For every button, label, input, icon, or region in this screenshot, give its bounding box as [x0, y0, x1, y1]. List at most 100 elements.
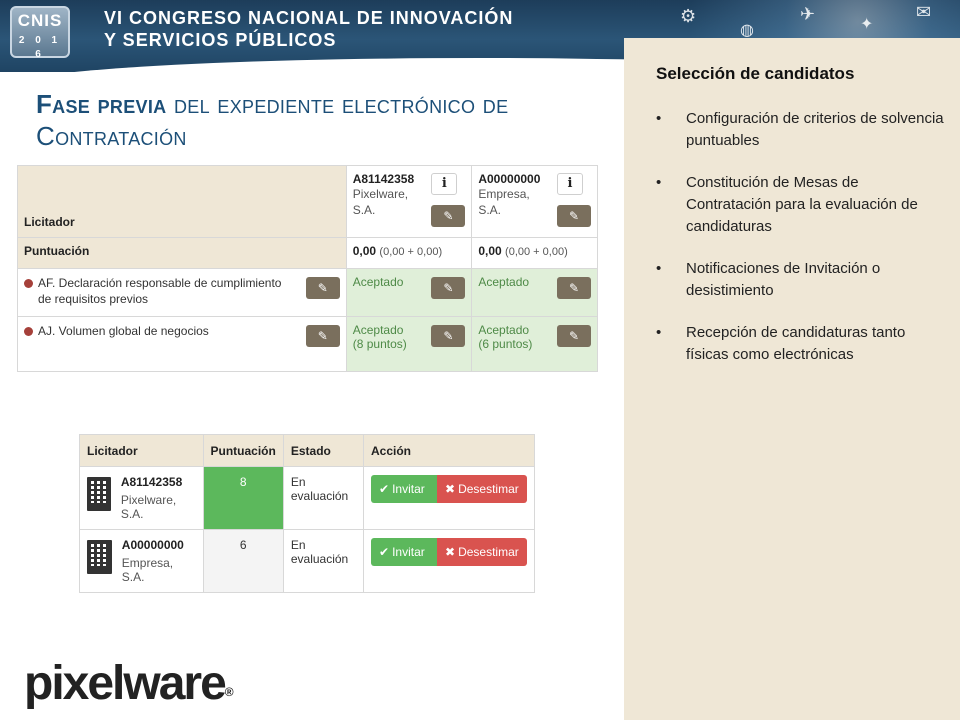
panel-bullet-item: Notificaciones de Invitación o desistimi… [656, 258, 946, 302]
criterion-value-cell: Aceptado ✎ [345, 268, 473, 317]
status-dot-icon [24, 279, 33, 288]
edit-icon: ✎ [443, 209, 454, 223]
table-row: A00000000 Empresa, S.A. 6 En evaluación … [79, 529, 535, 593]
score-detail: (0,00 + 0,00) [505, 246, 568, 258]
score-cell: 6 [202, 529, 284, 593]
building-icon [87, 477, 111, 511]
criterion: AJ. Volumen global de negocios [24, 323, 340, 339]
edit-criterion-button[interactable]: ✎ [305, 325, 340, 347]
estado-cell: En evaluación [282, 529, 365, 593]
licitador-name: Empresa, S.A. [121, 556, 174, 584]
table-header-row: Licitador Puntuación Estado Acción [79, 434, 535, 467]
edit-icon: ✎ [317, 281, 328, 295]
licitador-id: A00000000 [121, 538, 184, 552]
banner-title-line1: VI CONGRESO NACIONAL DE INNOVACIÓN [104, 8, 514, 28]
panel-bullet-item: Configuración de criterios de solvencia … [656, 108, 946, 152]
evaluation-table: Licitador A81142358 Pixelware, S.A. i ✎ … [17, 165, 598, 372]
globe-icon: ◍ [740, 20, 754, 39]
criterion-cell: AF. Declaración responsable de cumplimie… [17, 268, 347, 317]
puntuacion-label: Puntuación [24, 244, 90, 258]
criterion-value-cell: Aceptado (8 puntos) ✎ [345, 316, 473, 372]
criterion-value-cell: Aceptado ✎ [471, 268, 598, 317]
score-value: 0,00 [478, 244, 502, 258]
cnis-logo: CNIS 2 0 1 6 [10, 6, 70, 60]
action-button-group: ✔ Invitar ✖ Desestimar [371, 475, 527, 503]
licitador-info: A81142358 Pixelware, S.A. [87, 475, 196, 521]
registered-mark: ® [224, 685, 234, 699]
invite-label: Invitar [392, 545, 425, 559]
star-icon: ✦ [860, 14, 874, 33]
edit-criterion-button[interactable]: ✎ [305, 277, 340, 299]
edit-icon: ✎ [568, 281, 580, 295]
edit-value-button[interactable]: ✎ [557, 325, 591, 347]
table-row: Puntuación 0,00 (0,00 + 0,00) 0,00 (0,00… [17, 237, 598, 269]
dismiss-label: Desestimar [458, 482, 519, 496]
score-detail: (0,00 + 0,00) [379, 246, 443, 258]
cnis-logo-text: CNIS [17, 11, 63, 30]
column-header-accion: Acción [363, 434, 535, 467]
action-button-group: ✔ Invitar ✖ Desestimar [371, 538, 527, 566]
invite-label: Invitar [392, 482, 425, 496]
edit-value-button[interactable]: ✎ [431, 277, 466, 299]
accion-cell: ✔ Invitar ✖ Desestimar [363, 466, 535, 530]
info-button[interactable]: i [431, 173, 458, 195]
edit-icon: ✎ [443, 329, 454, 343]
panel-title: Selección de candidatos [656, 64, 855, 83]
panel-bullet-list: Configuración de criterios de solvencia … [656, 108, 946, 386]
page-title-bold: Fase previa [36, 89, 167, 119]
edit-value-button[interactable]: ✎ [431, 325, 466, 347]
dismiss-label: Desestimar [458, 545, 519, 559]
banner-title-line2: Y SERVICIOS PÚBLICOS [104, 30, 337, 50]
info-panel: Selección de candidatos Configuración de… [624, 38, 960, 720]
pixelware-logo: pixelware® [24, 656, 234, 712]
invite-button[interactable]: ✔ Invitar [371, 538, 437, 566]
times-icon: ✖ [445, 545, 456, 559]
pixelware-logo-text: pixelware [24, 657, 227, 710]
licitador-text: A81142358 Pixelware, S.A. [121, 475, 196, 521]
page-title: Fase previa del expediente electrónico d… [36, 88, 596, 152]
panel-bullet-item: Recepción de candidaturas tanto físicas … [656, 322, 946, 366]
criterion-label: AJ. Volumen global de negocios [38, 324, 209, 338]
licitador-id: A81142358 [120, 475, 183, 489]
invite-button[interactable]: ✔ Invitar [371, 475, 437, 503]
edit-icon: ✎ [317, 329, 328, 343]
dismiss-button[interactable]: ✖ Desestimar [437, 475, 527, 503]
licitador-label: Licitador [24, 215, 75, 229]
check-icon: ✔ [379, 545, 390, 559]
cnis-logo-year: 2 0 1 6 [18, 35, 62, 60]
supplier-header-cell: A00000000 Empresa, S.A. i ✎ [471, 165, 598, 238]
criterion-cell: AJ. Volumen global de negocios ✎ [17, 316, 347, 372]
edit-icon: ✎ [568, 209, 580, 223]
info-icon: i [567, 176, 573, 191]
banner-title: VI CONGRESO NACIONAL DE INNOVACIÓN Y SER… [104, 7, 513, 51]
licitador-name: Pixelware, S.A. [120, 493, 177, 521]
panel-bullet-item: Constitución de Mesas de Contratación pa… [656, 172, 946, 238]
edit-supplier-button[interactable]: ✎ [557, 205, 591, 227]
criterion-value-cell: Aceptado (6 puntos) ✎ [471, 316, 598, 372]
mail-icon: ✉ [916, 2, 932, 23]
licitador-text: A00000000 Empresa, S.A. [122, 538, 196, 584]
column-header-puntuacion: Puntuación [202, 434, 284, 467]
check-icon: ✔ [379, 482, 390, 496]
supplier-header-cell: A81142358 Pixelware, S.A. i ✎ [345, 165, 473, 238]
licitador-cell: A81142358 Pixelware, S.A. [79, 466, 204, 530]
ranking-table: Licitador Puntuación Estado Acción A8114… [79, 434, 535, 593]
edit-value-button[interactable]: ✎ [557, 277, 591, 299]
info-button[interactable]: i [557, 173, 583, 195]
info-icon: i [441, 176, 447, 191]
status-dot-icon [24, 327, 33, 336]
accion-cell: ✔ Invitar ✖ Desestimar [363, 529, 535, 593]
score-cell: 8 [202, 466, 284, 530]
edit-supplier-button[interactable]: ✎ [431, 205, 466, 227]
score-cell: 0,00 (0,00 + 0,00) [471, 237, 598, 269]
times-icon: ✖ [445, 482, 456, 496]
licitador-info: A00000000 Empresa, S.A. [87, 538, 196, 584]
table-row: AJ. Volumen global de negocios ✎ Aceptad… [17, 316, 598, 372]
plane-icon: ✈ [800, 4, 816, 25]
licitador-cell: A00000000 Empresa, S.A. [79, 529, 204, 593]
edit-icon: ✎ [443, 281, 454, 295]
column-header-estado: Estado [282, 434, 365, 467]
score-cell: 0,00 (0,00 + 0,00) [345, 237, 473, 269]
score-value: 0,00 [352, 244, 377, 258]
dismiss-button[interactable]: ✖ Desestimar [437, 538, 527, 566]
